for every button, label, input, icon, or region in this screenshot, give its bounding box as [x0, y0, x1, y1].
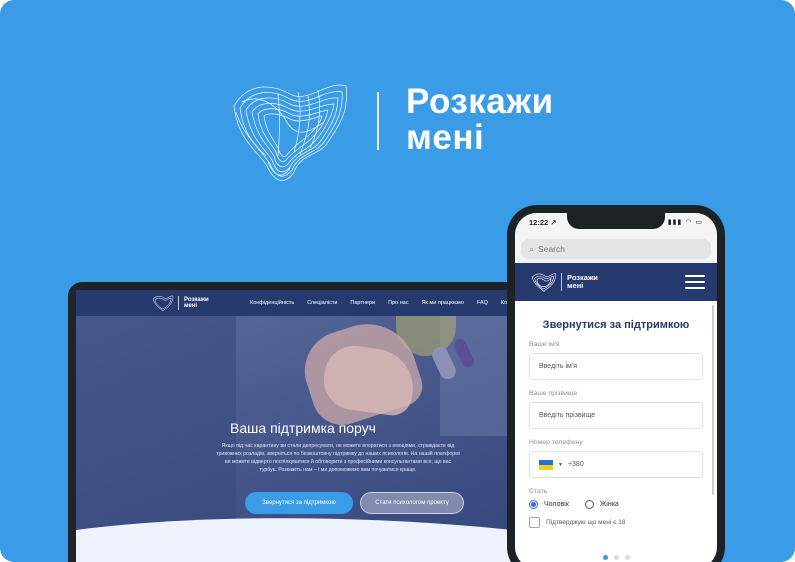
site-brand-name[interactable]: Розкажи мені [184, 297, 224, 309]
laptop-mockup: Розкажи мені Конфіденційність Спеціаліст… [68, 282, 538, 562]
search-box[interactable]: ⌕ [521, 239, 711, 259]
pagination-dot[interactable] [602, 555, 608, 560]
name-placeholder: Введіть ім'я [539, 363, 577, 370]
hamburger-line [685, 287, 705, 289]
status-time: 12:22 ↗ [529, 218, 557, 227]
pagination-dot[interactable] [624, 555, 630, 560]
gender-label: Стать [529, 488, 548, 495]
nav-link-faq[interactable]: FAQ [477, 300, 488, 306]
site-hero-title: Ваша підтримка поруч [230, 420, 376, 436]
hero-brand-name: Розкажи мені [406, 84, 554, 156]
mobile-logo-divider [561, 273, 562, 291]
become-psychologist-button[interactable]: Стати психологом проекту [360, 492, 464, 514]
promo-canvas: Розкажи мені Розкажи мені Конфіденційніс… [0, 0, 795, 562]
site-hero-text: Якщо під час карантину ви стали депресув… [216, 443, 460, 473]
gender-radio-group: Чоловік Жінка [529, 500, 703, 509]
search-input[interactable] [538, 244, 689, 254]
mobile-logo-icon[interactable] [531, 271, 557, 293]
nav-link-about[interactable]: Про нас [388, 300, 408, 306]
phone-label: Номер телефону [529, 439, 583, 446]
scrollbar[interactable] [712, 305, 714, 495]
phone-mockup: 12:22 ↗ ▮▮▮ ◠ ▭ ⌕ Search Розкажи мені Зв… [507, 205, 725, 562]
hamburger-line [685, 281, 705, 283]
brand-logo-icon [233, 84, 348, 181]
gender-radio-male[interactable] [529, 500, 538, 509]
form-title: Звернутися за підтримкою [542, 319, 690, 331]
mobile-brand-name[interactable]: Розкажи мені [567, 274, 627, 290]
gender-radio-female[interactable] [584, 500, 594, 509]
chevron-down-icon[interactable]: ▼ [558, 462, 563, 468]
site-logo-divider [178, 296, 179, 310]
gender-option-female[interactable]: Жінка [600, 501, 619, 508]
site-nav-links: Конфіденційність Спеціалісти Партнери Пр… [250, 300, 524, 306]
age-confirm-checkbox[interactable] [529, 517, 540, 528]
mobile-site-header: Розкажи мені [515, 263, 717, 301]
age-confirm-row: Підтверджую що мені є 18 [529, 517, 703, 528]
nav-link-specialists[interactable]: Спеціалісти [307, 300, 337, 306]
phone-country-code: +380 [567, 461, 584, 468]
age-confirm-label[interactable]: Підтверджую що мені є 18 [546, 519, 625, 526]
hamburger-line [685, 275, 705, 277]
nav-link-partners[interactable]: Партнери [350, 300, 375, 306]
search-icon: ⌕ [529, 243, 535, 254]
hero-brand-line2: мені [406, 118, 485, 157]
ukraine-flag-icon[interactable] [539, 459, 553, 470]
hero-brand-line1: Розкажи [406, 82, 554, 121]
phone-screen: 12:22 ↗ ▮▮▮ ◠ ▭ ⌕ Search Розкажи мені Зв… [515, 213, 717, 562]
phone-field[interactable]: ▼ +380 [529, 451, 703, 478]
site-navbar: Розкажи мені Конфіденційність Спеціаліст… [76, 290, 530, 316]
site-brand-line2: мені [184, 303, 198, 309]
support-form: Звернутися за підтримкою Ваше ім'я Введі… [515, 301, 717, 561]
name-field[interactable]: Введіть ім'я [529, 353, 703, 380]
hero-divider [377, 92, 379, 150]
hero-wave-divider [76, 518, 530, 562]
surname-placeholder: Введіть прізвище [539, 412, 596, 419]
nav-link-confidentiality[interactable]: Конфіденційність [250, 300, 294, 306]
hamburger-menu-icon[interactable] [685, 275, 705, 289]
laptop-screen: Розкажи мені Конфіденційність Спеціаліст… [76, 290, 530, 562]
support-request-button[interactable]: Звернутися за підтримкою [245, 492, 353, 514]
gender-option-male[interactable]: Чоловік [544, 501, 569, 508]
browser-search-bar: ⌕ [515, 235, 717, 263]
site-logo-icon[interactable] [152, 294, 174, 312]
phone-notch [567, 213, 665, 229]
surname-label: Ваше прізвище [529, 390, 578, 397]
pagination-dot[interactable] [613, 555, 619, 560]
status-icons: ▮▮▮ ◠ ▭ [667, 219, 703, 226]
surname-field[interactable]: Введіть прізвище [529, 402, 703, 429]
pagination-dots [515, 555, 717, 560]
mobile-brand-line2: мені [567, 281, 584, 290]
nav-link-how-we-work[interactable]: Як ми працюємо [422, 300, 464, 306]
name-label: Ваше ім'я [529, 341, 560, 348]
